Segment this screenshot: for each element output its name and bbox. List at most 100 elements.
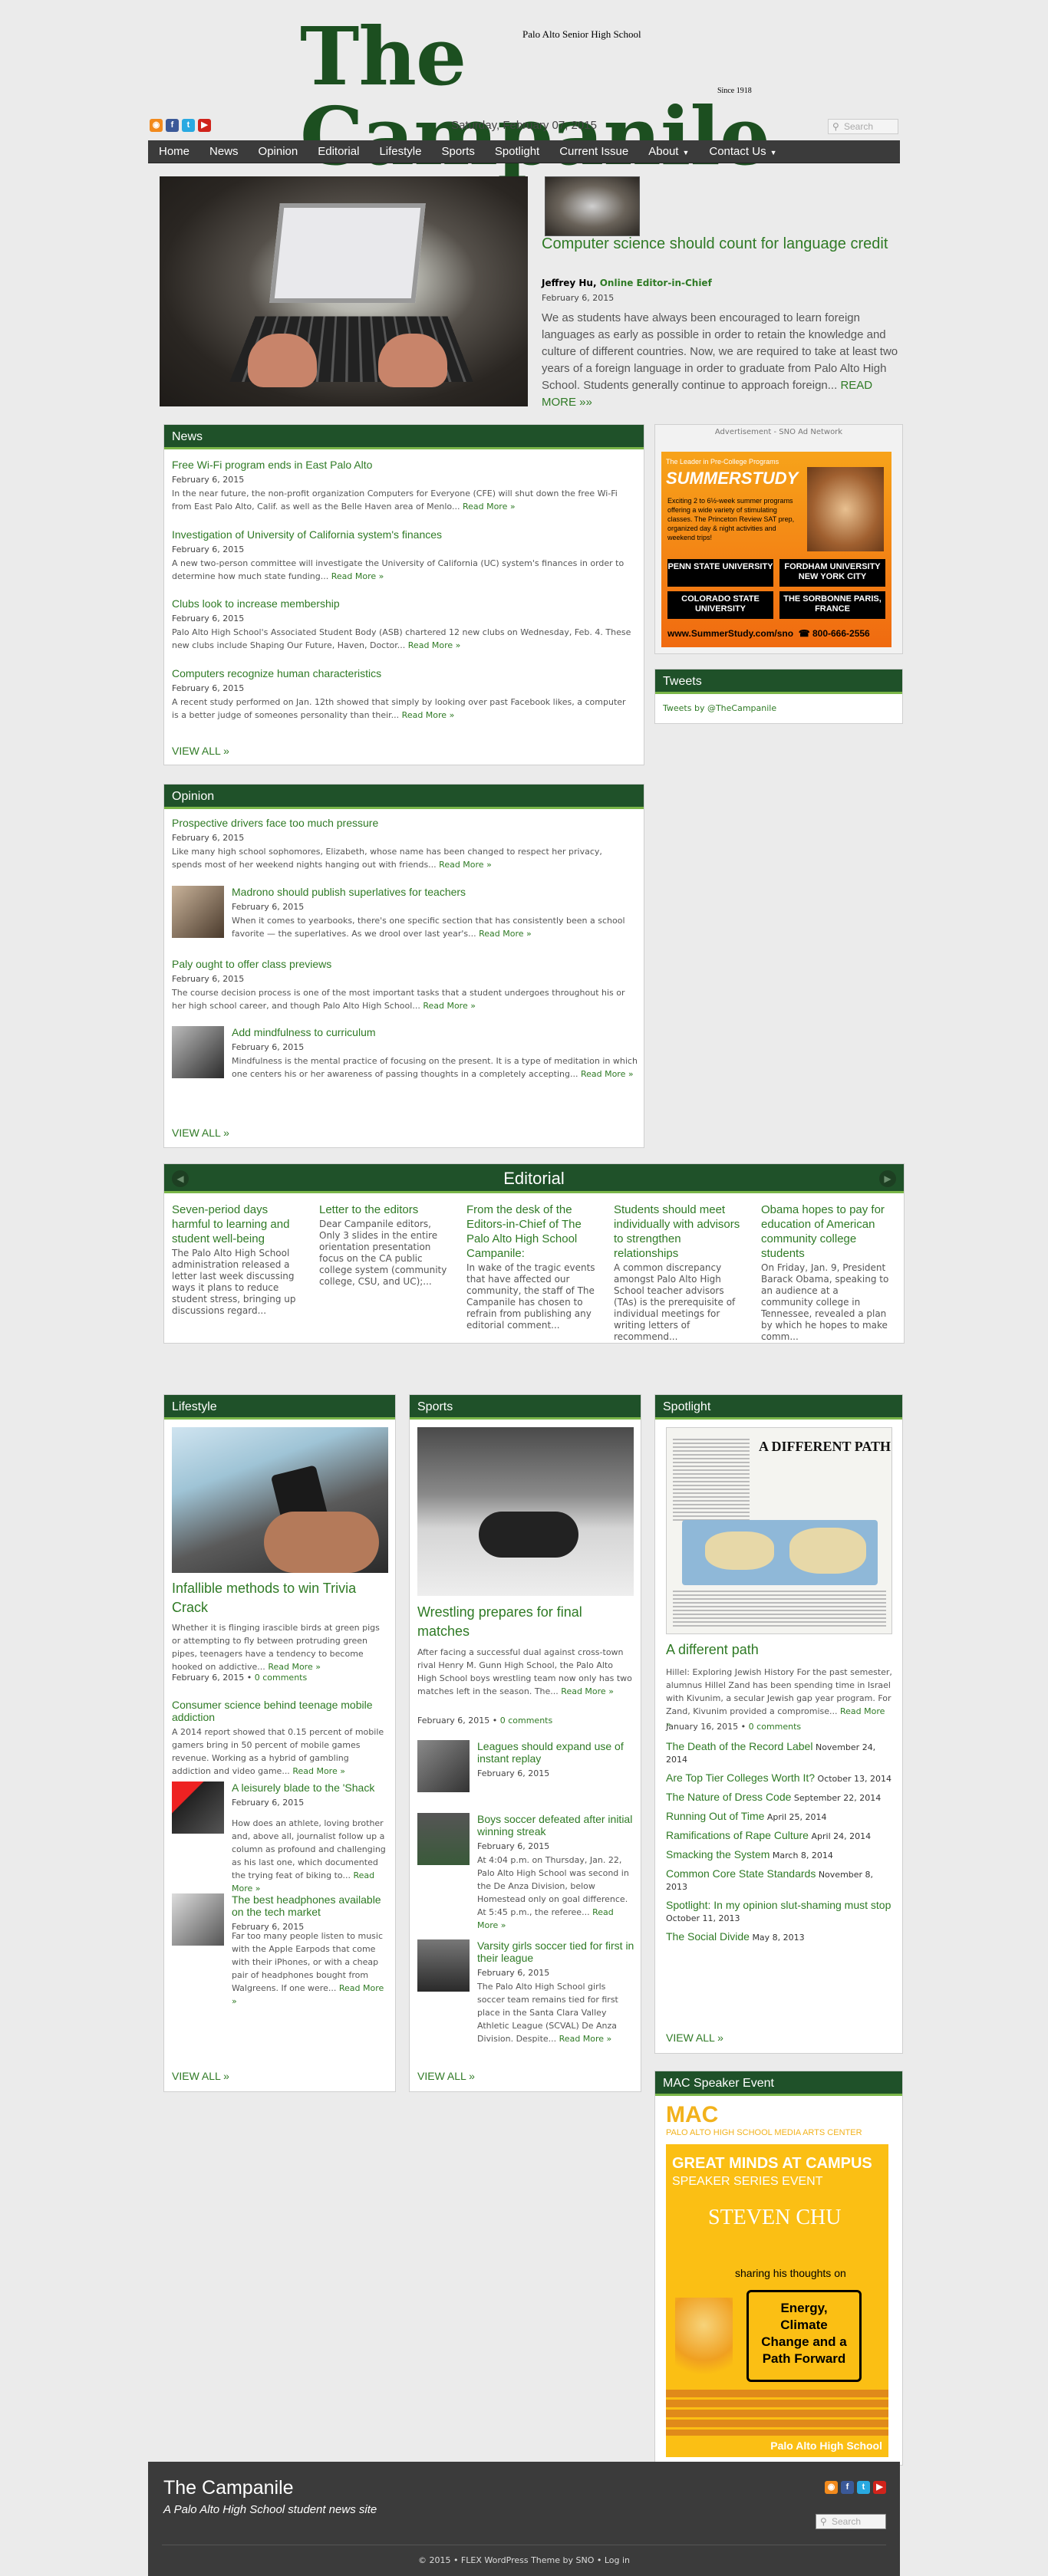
spotlight-lead-image[interactable]: A DIFFERENT PATH <box>666 1427 892 1634</box>
opinion-view-all[interactable]: VIEW ALL » <box>172 1127 229 1139</box>
editorial-item: Letter to the editors Dear Campanile edi… <box>319 1203 447 1287</box>
spotlight-list: The Death of the Record Label November 2… <box>666 1740 895 1949</box>
news-post: Free Wi-Fi program ends in East Palo Alt… <box>172 459 618 512</box>
list-item: The Death of the Record Label November 2… <box>666 1740 876 1765</box>
youtube-icon[interactable]: ▶ <box>873 2481 886 2494</box>
news-post: Investigation of University of Californi… <box>172 528 625 581</box>
lifestyle-thumbnail[interactable] <box>172 1893 224 1946</box>
featured-image[interactable] <box>160 176 528 406</box>
carousel-next-button[interactable]: ▶ <box>879 1170 896 1187</box>
lifestyle-post: The best headphones available on the tec… <box>232 1893 381 1932</box>
nav-sports[interactable]: Sports <box>431 140 484 163</box>
news-post: Clubs look to increase membership Februa… <box>172 597 631 650</box>
tweets-link[interactable]: Tweets by @TheCampanile <box>663 703 776 713</box>
lifestyle-heading[interactable]: Lifestyle <box>164 1395 395 1420</box>
site-footer: The Campanile A Palo Alto High School st… <box>148 2462 900 2576</box>
list-item: Smacking the System March 8, 2014 <box>666 1848 833 1860</box>
editorial-widget: Editorial ◀ ▶ Seven-period days harmful … <box>163 1163 905 1344</box>
lifestyle-post: A leisurely blade to the 'Shack February… <box>232 1781 375 1808</box>
logo-tagline: Palo Alto Senior High School <box>522 28 641 40</box>
news-heading[interactable]: News <box>164 425 644 449</box>
sports-view-all[interactable]: VIEW ALL » <box>417 2070 475 2082</box>
featured-story: Computer science should count for langua… <box>148 176 900 414</box>
sports-lead-title[interactable]: Wrestling prepares for final matches <box>417 1603 634 1641</box>
main-nav: Home News Opinion Editorial Lifestyle Sp… <box>148 140 900 163</box>
mac-speaker-widget: MAC Speaker Event MAC PALO ALTO HIGH SCH… <box>654 2071 903 2466</box>
masthead: The Campanile Palo Alto Senior High Scho… <box>148 0 900 176</box>
nav-contact-us[interactable]: Contact Us ▼ <box>699 140 786 163</box>
nav-opinion[interactable]: Opinion <box>249 140 308 163</box>
sports-widget: Sports Wrestling prepares for final matc… <box>409 1394 641 2092</box>
opinion-thumbnail[interactable] <box>172 1026 224 1078</box>
spotlight-lead-title[interactable]: A different path <box>666 1642 759 1658</box>
header-search-input[interactable]: ⚲ Search <box>828 119 898 134</box>
list-item: The Nature of Dress Code September 22, 2… <box>666 1791 882 1803</box>
list-item: Are Top Tier Colleges Worth It? October … <box>666 1772 892 1784</box>
list-item: Ramifications of Rape Culture April 24, … <box>666 1829 872 1841</box>
mac-poster[interactable]: MAC PALO ALTO HIGH SCHOOL MEDIA ARTS CEN… <box>666 2102 892 2459</box>
tweets-heading: Tweets <box>655 669 902 694</box>
sports-thumbnail[interactable] <box>417 1939 470 1992</box>
featured-date: February 6, 2015 <box>542 293 615 303</box>
lifestyle-post: Consumer science behind teenage mobile a… <box>172 1699 384 1776</box>
sports-thumbnail[interactable] <box>417 1740 470 1792</box>
list-item: Running Out of Time April 25, 2014 <box>666 1810 827 1822</box>
facebook-icon[interactable]: f <box>841 2481 854 2494</box>
sports-heading[interactable]: Sports <box>410 1395 641 1420</box>
featured-thumbnail[interactable] <box>545 176 640 236</box>
news-view-all[interactable]: VIEW ALL » <box>172 745 229 757</box>
chevron-down-icon: ▼ <box>770 149 777 156</box>
list-item: Spotlight: In my opinion slut-shaming mu… <box>666 1899 891 1923</box>
spotlight-widget: Spotlight A DIFFERENT PATH A different p… <box>654 1394 903 2054</box>
nav-spotlight[interactable]: Spotlight <box>485 140 549 163</box>
opinion-post: Add mindfulness to curriculum February 6… <box>232 1026 638 1079</box>
sports-lead-image[interactable] <box>417 1427 634 1596</box>
ad-widget: Advertisement - SNO Ad Network The Leade… <box>654 424 903 654</box>
nav-lifestyle[interactable]: Lifestyle <box>369 140 431 163</box>
current-date: Saturday, February 07, 2015 <box>451 119 597 132</box>
nav-editorial[interactable]: Editorial <box>308 140 369 163</box>
editorial-item: From the desk of the Editors-in-Chief of… <box>466 1203 595 1331</box>
opinion-thumbnail[interactable] <box>172 886 224 938</box>
spotlight-heading[interactable]: Spotlight <box>655 1395 902 1420</box>
nav-news[interactable]: News <box>199 140 249 163</box>
footer-social-links: ◉ f t ▶ <box>825 2481 886 2494</box>
footer-title[interactable]: The Campanile <box>163 2477 294 2499</box>
nav-home[interactable]: Home <box>148 140 199 163</box>
summerstudy-ad[interactable]: The Leader in Pre-College Programs SUMME… <box>661 452 891 647</box>
sports-post: Varsity girls soccer tied for first in t… <box>477 1939 634 2044</box>
list-item: The Social Divide May 8, 2013 <box>666 1930 805 1943</box>
nav-about[interactable]: About ▼ <box>638 140 699 163</box>
featured-excerpt: We as students have always been encourag… <box>542 311 898 409</box>
logo-since: Since 1918 <box>717 87 752 95</box>
lifestyle-widget: Lifestyle Infallible methods to win Triv… <box>163 1394 396 2092</box>
opinion-post: Prospective drivers face too much pressu… <box>172 817 602 870</box>
opinion-heading[interactable]: Opinion <box>164 785 644 809</box>
lifestyle-lead-image[interactable] <box>172 1427 388 1573</box>
chevron-down-icon: ▼ <box>682 149 690 156</box>
rss-icon[interactable]: ◉ <box>825 2481 838 2494</box>
editorial-item: Seven-period days harmful to learning an… <box>172 1203 296 1316</box>
footer-search-input[interactable]: ⚲ Search <box>816 2514 886 2529</box>
lifestyle-lead-title[interactable]: Infallible methods to win Trivia Crack <box>172 1579 388 1617</box>
search-icon: ⚲ <box>832 121 839 132</box>
carousel-prev-button[interactable]: ◀ <box>172 1170 189 1187</box>
students-photo <box>807 467 884 551</box>
list-item: Common Core State Standards November 8, … <box>666 1867 874 1892</box>
lightbulb-icon <box>675 2298 733 2390</box>
nav-current-issue[interactable]: Current Issue <box>549 140 638 163</box>
world-map-image <box>682 1520 878 1585</box>
spotlight-view-all[interactable]: VIEW ALL » <box>666 2032 723 2044</box>
lifestyle-thumbnail[interactable] <box>172 1781 224 1834</box>
editorial-heading[interactable]: Editorial <box>164 1164 904 1193</box>
editorial-item: Students should meet individually with a… <box>614 1203 740 1342</box>
twitter-icon[interactable]: t <box>857 2481 870 2494</box>
opinion-widget: Opinion Prospective drivers face too muc… <box>163 784 644 1148</box>
footer-subtitle: A Palo Alto High School student news sit… <box>163 2503 377 2516</box>
lifestyle-view-all[interactable]: VIEW ALL » <box>172 2070 229 2082</box>
featured-byline: Jeffrey Hu, Online Editor-in-Chief <box>542 278 712 288</box>
featured-title[interactable]: Computer science should count for langua… <box>542 235 902 254</box>
tweets-widget: Tweets Tweets by @TheCampanile <box>654 669 903 724</box>
sports-thumbnail[interactable] <box>417 1813 470 1865</box>
sports-post: Boys soccer defeated after initial winni… <box>477 1813 633 1930</box>
